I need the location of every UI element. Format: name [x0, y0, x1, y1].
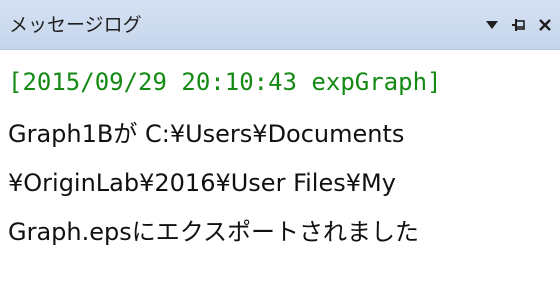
panel-title: メッセージログ: [9, 14, 142, 36]
log-content[interactable]: [2015/09/29 20:10:43 expGraph] Graph1Bが …: [0, 51, 560, 287]
panel-titlebar[interactable]: メッセージログ: [0, 0, 560, 50]
chevron-down-icon: [485, 20, 499, 30]
log-entry-header: [2015/09/29 20:10:43 expGraph]: [8, 68, 442, 96]
pin-icon: [511, 18, 527, 32]
log-message-line: Graph1Bが C:¥Users¥Documents: [8, 120, 405, 148]
close-icon: [538, 18, 552, 32]
log-message-line: Graph.epsにエクスポートされました: [8, 218, 420, 246]
close-button[interactable]: [533, 12, 557, 38]
pin-button[interactable]: [507, 12, 531, 38]
message-log-panel: メッセージログ [2015/09/29 20:10:43 expGraph] G…: [0, 0, 560, 287]
log-message-line: ¥OriginLab¥2016¥User Files¥My: [8, 169, 396, 197]
dropdown-button[interactable]: [480, 12, 504, 38]
